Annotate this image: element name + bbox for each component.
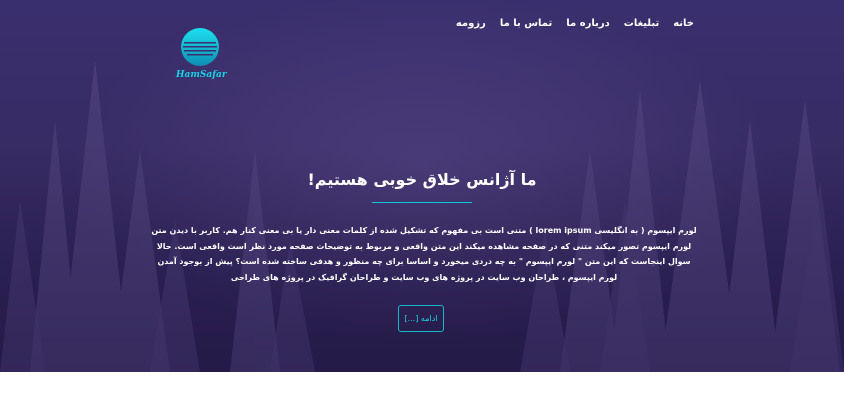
logo-text[interactable]: HamSafar [176,70,227,80]
headline-divider [372,202,472,203]
nav-item-contact[interactable]: تماس با ما [500,18,552,29]
nav-item-ads[interactable]: تبلیغات [624,18,659,29]
main-nav: خانه تبلیغات درباره ما تماس با ما رزومه [456,18,694,29]
hero-paragraph: لورم ایپسوم ( به انگلیسی lorem ipsum ) م… [151,226,697,282]
nav-item-home[interactable]: خانه [673,18,694,29]
hero-headline: ما آژانس خلاق خوبی هستیم! [307,170,537,189]
nav-item-about[interactable]: درباره ما [566,18,610,29]
read-more-button[interactable]: ادامه [...] [398,305,444,332]
nav-item-resume[interactable]: رزومه [456,18,486,29]
